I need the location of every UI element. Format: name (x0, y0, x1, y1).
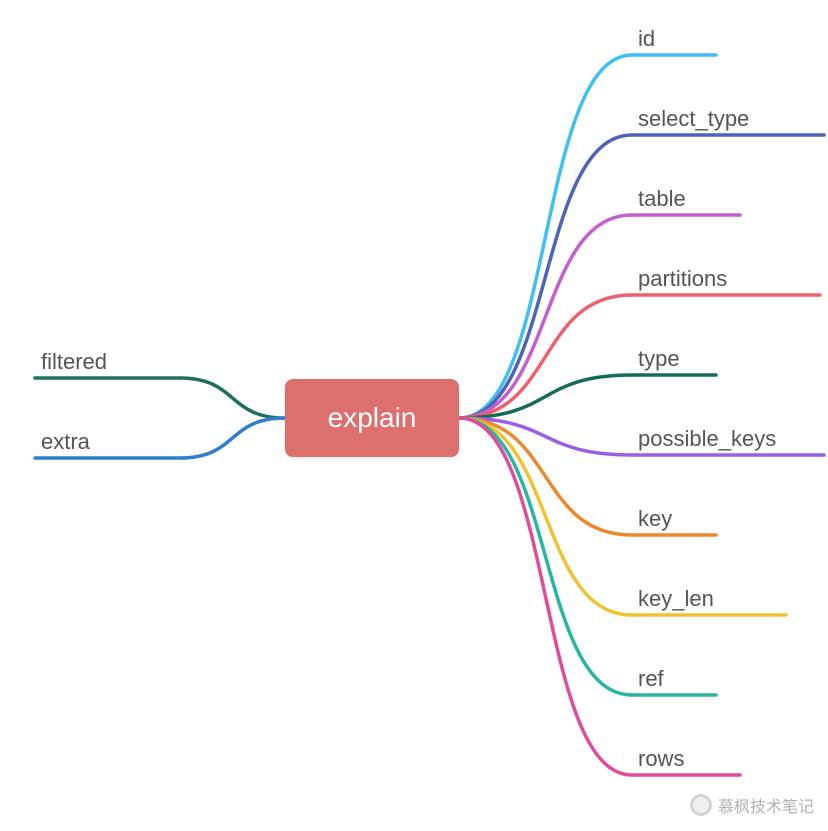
node-ref[interactable]: ref (638, 668, 664, 690)
node-filtered[interactable]: filtered (41, 351, 107, 373)
node-partitions[interactable]: partitions (638, 268, 727, 290)
node-possible-keys[interactable]: possible_keys (638, 428, 776, 450)
node-key[interactable]: key (638, 508, 672, 530)
node-type[interactable]: type (638, 348, 680, 370)
wechat-icon (690, 794, 712, 816)
watermark: 慕枫技术笔记 (690, 793, 814, 817)
node-id[interactable]: id (638, 28, 655, 50)
node-extra[interactable]: extra (41, 431, 90, 453)
node-select-type[interactable]: select_type (638, 108, 749, 130)
node-table[interactable]: table (638, 188, 686, 210)
watermark-text: 慕枫技术笔记 (718, 793, 814, 817)
node-key-len[interactable]: key_len (638, 588, 714, 610)
node-rows[interactable]: rows (638, 748, 684, 770)
root-node-explain[interactable]: explain (285, 379, 459, 457)
